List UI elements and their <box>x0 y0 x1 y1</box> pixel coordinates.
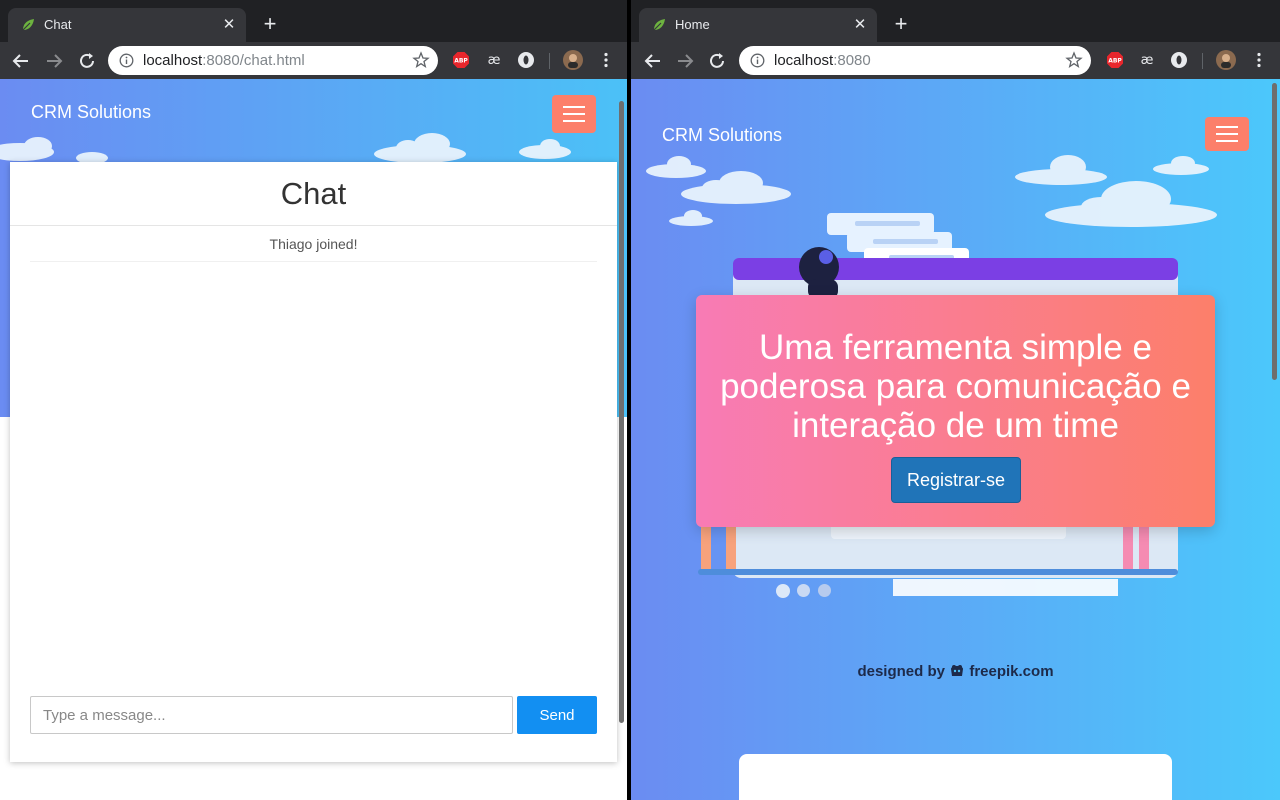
svg-text:æ: æ <box>488 53 501 68</box>
profile-avatar-icon[interactable] <box>1215 49 1237 71</box>
forward-arrow-icon[interactable] <box>43 50 65 72</box>
browser-toolbar: localhost:8080/chat.html ABP æ <box>0 42 627 79</box>
close-icon[interactable]: ✕ <box>220 16 238 34</box>
plus-icon[interactable]: + <box>889 13 913 37</box>
freepik-logo-icon <box>951 665 964 676</box>
ghostery-icon[interactable] <box>517 51 535 69</box>
toolbar-divider <box>549 53 550 69</box>
profile-avatar-icon[interactable] <box>562 49 584 71</box>
credit-prefix: designed by <box>857 663 945 680</box>
address-bar[interactable]: localhost:8080 <box>739 46 1091 75</box>
kebab-menu-icon[interactable] <box>1250 51 1268 69</box>
forward-arrow-icon[interactable] <box>674 50 696 72</box>
svg-text:ABP: ABP <box>1108 58 1122 65</box>
url-host: localhost <box>143 52 203 69</box>
scrollbar-thumb[interactable] <box>1272 83 1277 380</box>
ghostery-icon[interactable] <box>1170 51 1188 69</box>
browser-toolbar: localhost:8080 ABP æ <box>631 42 1280 79</box>
carousel-dot[interactable] <box>776 584 790 598</box>
url-text: localhost:8080 <box>774 52 871 69</box>
url-text: localhost:8080/chat.html <box>143 52 305 69</box>
page-scrollbar[interactable] <box>617 79 627 800</box>
home-page: CRM Solutions Uma ferramenta simple e po… <box>631 79 1280 800</box>
browser-window-chat: Chat ✕ + localhost:8080/chat.html ABP æ <box>0 0 627 800</box>
url-path: :8080/chat.html <box>202 52 305 69</box>
close-icon[interactable]: ✕ <box>851 16 869 34</box>
reload-icon[interactable] <box>706 50 728 72</box>
chat-title: Chat <box>280 176 347 211</box>
browser-window-home: Home ✕ + localhost:8080 ABP æ CRM Soluti… <box>631 0 1280 800</box>
back-arrow-icon[interactable] <box>642 50 664 72</box>
clouds-decoration <box>0 133 571 164</box>
adblock-plus-icon[interactable]: ABP <box>452 51 470 69</box>
chat-message-event: Thiago joined! <box>30 226 597 262</box>
ae-extension-icon[interactable]: æ <box>1138 51 1156 69</box>
chat-card: Chat Thiago joined! Send <box>10 162 617 762</box>
svg-text:æ: æ <box>1141 53 1154 68</box>
spring-leaf-icon <box>22 19 34 31</box>
url-host: localhost <box>774 52 834 69</box>
chat-page: CRM Solutions Chat Thiago joined! Send <box>0 79 627 800</box>
message-input[interactable] <box>30 696 513 734</box>
tab-strip: Chat ✕ + <box>0 0 627 42</box>
page-scrollbar[interactable] <box>1270 79 1280 800</box>
url-path: :8080 <box>833 52 871 69</box>
toolbar-divider <box>1202 53 1203 69</box>
ae-extension-icon[interactable]: æ <box>485 51 503 69</box>
register-button[interactable]: Registrar-se <box>891 457 1021 503</box>
content-card <box>739 754 1172 800</box>
send-button[interactable]: Send <box>517 696 597 734</box>
svg-text:ABP: ABP <box>454 58 468 65</box>
back-arrow-icon[interactable] <box>10 50 32 72</box>
hamburger-menu-button[interactable] <box>552 95 596 133</box>
headline: Uma ferramenta simple e poderosa para co… <box>720 328 1191 445</box>
scrollbar-thumb[interactable] <box>619 101 624 723</box>
kebab-menu-icon[interactable] <box>597 51 615 69</box>
bookmark-star-icon[interactable] <box>412 51 430 69</box>
freepik-credit[interactable]: designed by freepik.com <box>631 663 1280 680</box>
carousel-dot[interactable] <box>797 584 810 597</box>
carousel-dot[interactable] <box>818 584 831 597</box>
tab-title: Chat <box>44 17 72 32</box>
tab-strip: Home ✕ + <box>631 0 1280 42</box>
reload-icon[interactable] <box>76 50 98 72</box>
address-bar[interactable]: localhost:8080/chat.html <box>108 46 438 75</box>
tab-home[interactable]: Home ✕ <box>639 8 877 42</box>
info-icon[interactable] <box>119 53 134 68</box>
tab-chat[interactable]: Chat ✕ <box>8 8 246 42</box>
spring-leaf-icon <box>653 19 665 31</box>
plus-icon[interactable]: + <box>258 13 282 37</box>
bookmark-star-icon[interactable] <box>1065 51 1083 69</box>
headline-card: Uma ferramenta simple e poderosa para co… <box>696 295 1215 527</box>
info-icon[interactable] <box>750 53 765 68</box>
brand-name[interactable]: CRM Solutions <box>31 102 151 123</box>
credit-brand: freepik.com <box>969 663 1054 680</box>
tab-title: Home <box>675 17 710 32</box>
adblock-plus-icon[interactable]: ABP <box>1106 51 1124 69</box>
